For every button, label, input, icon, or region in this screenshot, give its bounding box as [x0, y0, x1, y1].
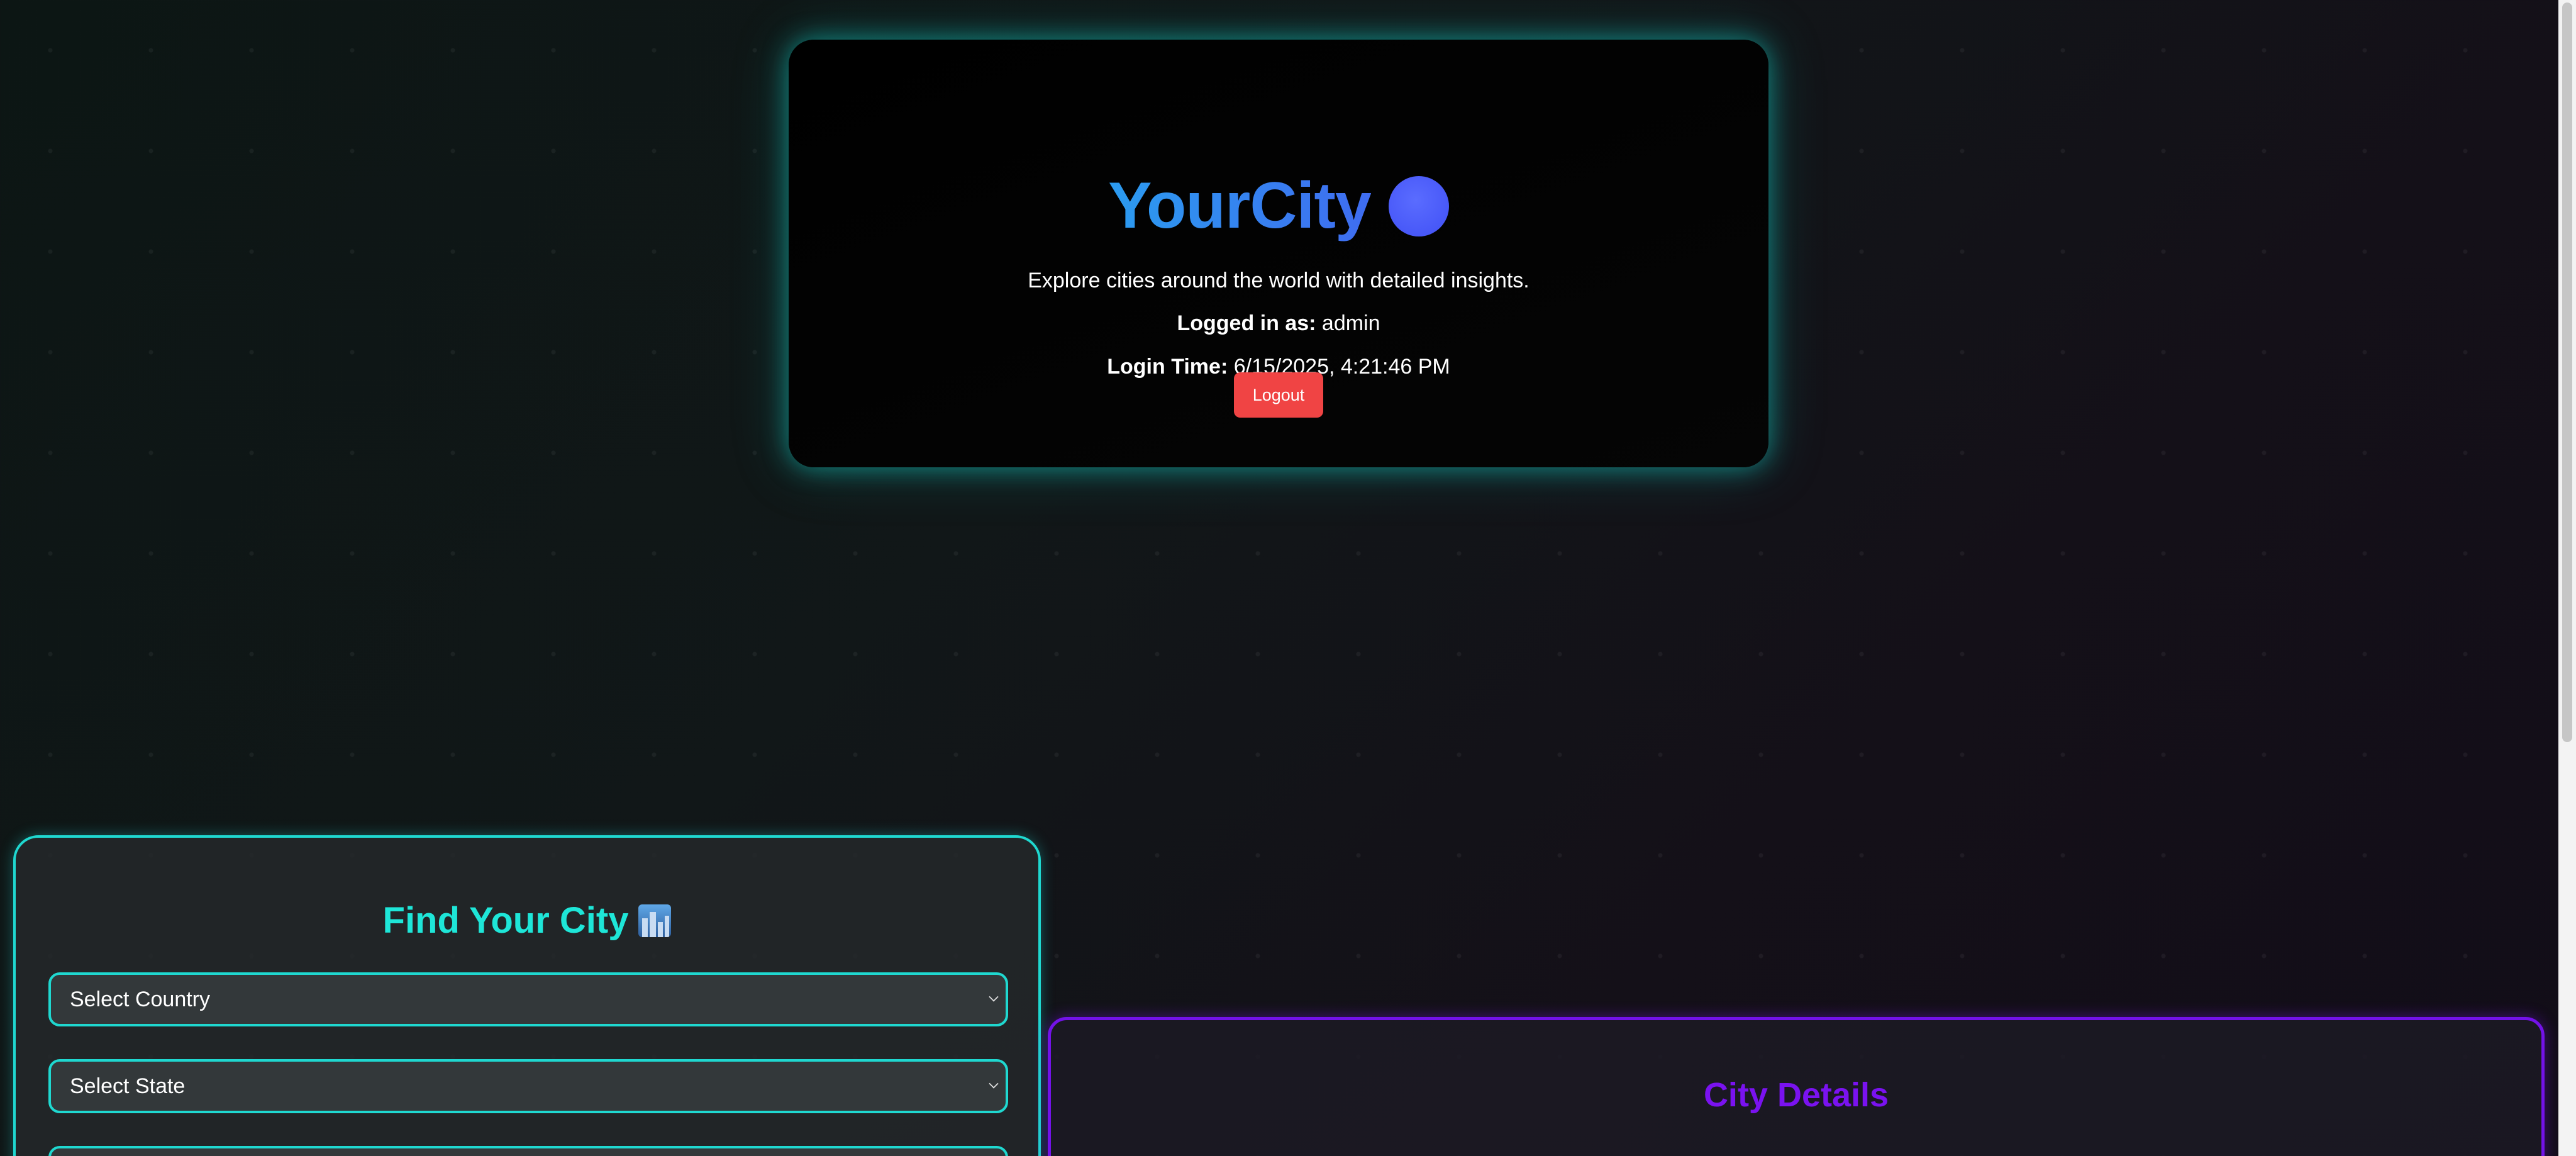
chevron-down-icon: [989, 1079, 999, 1089]
logged-in-label: Logged in as:: [1177, 311, 1316, 335]
globe-icon: [1388, 175, 1449, 236]
city-details-title: City Details: [1703, 1076, 1889, 1114]
app-subtitle: Explore cities around the world with det…: [1028, 269, 1530, 292]
app-title: YourCity: [1108, 169, 1372, 242]
find-city-title: Find Your City: [382, 900, 629, 941]
chevron-down-icon: [989, 992, 999, 1002]
find-city-panel: Find Your City Select Country Select Sta…: [13, 835, 1041, 1156]
city-details-panel: City Details: [1048, 1017, 2545, 1156]
logged-in-line: Logged in as: admin: [789, 311, 1768, 336]
app-title-row: YourCity: [789, 169, 1768, 243]
scrollbar-thumb[interactable]: [2562, 3, 2572, 742]
logout-button[interactable]: Logout: [1234, 372, 1323, 418]
country-select[interactable]: Select Country: [48, 972, 1008, 1026]
login-time-label: Login Time:: [1107, 355, 1228, 379]
city-select[interactable]: [48, 1146, 1008, 1156]
state-select[interactable]: Select State: [48, 1059, 1008, 1113]
state-select-value: Select State: [70, 1074, 186, 1098]
find-city-title-row: Find Your City: [16, 899, 1038, 942]
cityscape-icon: [638, 904, 672, 937]
logged-in-user: admin: [1321, 311, 1380, 335]
country-select-value: Select Country: [70, 987, 210, 1011]
